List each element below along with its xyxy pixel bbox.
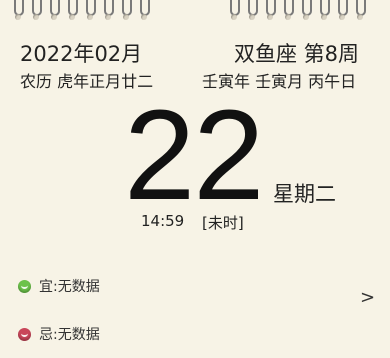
binder-rings-left	[12, 0, 150, 26]
binder-ring-icon	[228, 0, 240, 22]
calendar-page: 2022年02月 双鱼座 第8周 农历 虎年正月廿二 壬寅年 壬寅月 丙午日 2…	[0, 0, 390, 358]
binder-ring-icon	[12, 0, 24, 22]
binder-ring-icon	[48, 0, 60, 22]
binder-ring-icon	[84, 0, 96, 22]
binder-ring-icon	[318, 0, 330, 22]
current-time: 14:59	[141, 212, 185, 230]
binder-ring-icon	[120, 0, 132, 22]
binder-ring-icon	[66, 0, 78, 22]
binder-ring-icon	[282, 0, 294, 22]
red-frown-icon	[18, 327, 31, 341]
ji-row[interactable]: 忌:无数据	[18, 324, 100, 344]
year-month: 2022年02月	[20, 42, 143, 66]
yi-label: 宜:无数据	[39, 279, 100, 295]
binder-ring-icon	[300, 0, 312, 22]
binder-ring-icon	[336, 0, 348, 22]
binder-rings-right	[228, 0, 366, 26]
binder-ring-icon	[102, 0, 114, 22]
binder-ring-icon	[138, 0, 150, 22]
day-number: 22	[124, 84, 264, 227]
binder-ring-icon	[264, 0, 276, 22]
binder-ring-icon	[30, 0, 42, 22]
green-smile-icon	[18, 279, 31, 293]
weekday: 星期二	[273, 182, 336, 206]
binder-ring-icon	[246, 0, 258, 22]
constellation-week: 双鱼座 第8周	[234, 42, 360, 66]
binder-ring-icon	[354, 0, 366, 22]
shichen: [未时]	[202, 214, 244, 232]
chevron-right-icon[interactable]: >	[360, 287, 375, 308]
ji-label: 忌:无数据	[39, 327, 100, 343]
yi-row[interactable]: 宜:无数据	[18, 276, 100, 296]
